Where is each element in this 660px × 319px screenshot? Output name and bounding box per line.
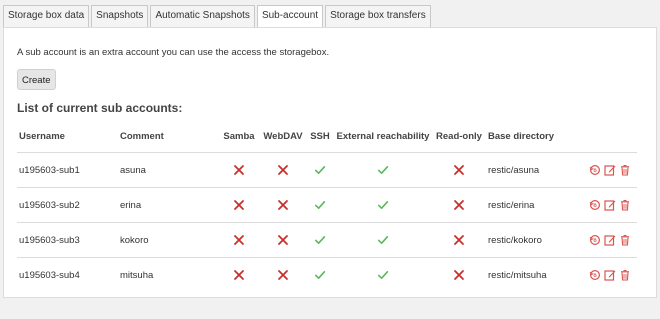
webdav-cell	[261, 223, 305, 257]
intro-text: A sub account is an extra account you ca…	[17, 47, 330, 58]
check-icon	[377, 234, 389, 246]
cross-icon	[277, 234, 289, 246]
external-reachability-cell	[335, 153, 431, 187]
external-reachability-cell	[335, 188, 431, 222]
username-cell: u195603-sub4	[19, 269, 80, 281]
cross-icon	[233, 199, 245, 211]
svg-text:ō: ō	[593, 238, 597, 244]
edit-icon[interactable]	[604, 234, 616, 246]
reset-password-icon[interactable]: ō	[589, 269, 601, 281]
col-ssh: SSH	[310, 131, 330, 142]
row-actions: ō	[589, 153, 633, 187]
username-cell: u195603-sub1	[19, 164, 80, 176]
check-icon	[314, 164, 326, 176]
col-read-only: Read-only	[436, 131, 482, 142]
tab-storage-box-data[interactable]: Storage box data	[3, 5, 90, 27]
cross-icon	[453, 269, 465, 281]
check-icon	[314, 269, 326, 281]
base-directory-cell: restic/asuna	[488, 164, 540, 176]
comment-cell: mitsuha	[120, 269, 154, 281]
read-only-cell	[434, 153, 484, 187]
base-directory-cell: restic/erina	[488, 199, 535, 211]
table-row: u195603-sub4 mitsuha restic/mitsuha ō	[17, 257, 637, 292]
samba-cell	[220, 258, 258, 292]
row-actions: ō	[589, 258, 633, 292]
edit-icon[interactable]	[604, 269, 616, 281]
tab-bar: Storage box data Snapshots Automatic Sna…	[3, 5, 433, 28]
create-button[interactable]: Create	[17, 69, 56, 90]
tab-snapshots[interactable]: Snapshots	[91, 5, 149, 27]
col-comment: Comment	[120, 131, 164, 142]
base-directory-cell: restic/kokoro	[488, 234, 542, 246]
sub-account-panel: A sub account is an extra account you ca…	[3, 27, 657, 298]
read-only-cell	[434, 223, 484, 257]
cross-icon	[277, 199, 289, 211]
cross-icon	[453, 234, 465, 246]
row-actions: ō	[589, 223, 633, 257]
cross-icon	[277, 269, 289, 281]
cross-icon	[453, 164, 465, 176]
ssh-cell	[307, 223, 333, 257]
svg-text:ō: ō	[593, 168, 597, 174]
col-username: Username	[19, 131, 65, 142]
table-header: Username Comment Samba WebDAV SSH Extern…	[17, 124, 637, 152]
samba-cell	[220, 188, 258, 222]
base-directory-cell: restic/mitsuha	[488, 269, 547, 281]
comment-cell: erina	[120, 199, 142, 211]
ssh-cell	[307, 153, 333, 187]
delete-icon[interactable]	[619, 164, 631, 176]
ssh-cell	[307, 188, 333, 222]
table-row: u195603-sub2 erina restic/erina ō	[17, 187, 637, 222]
tab-storage-box-transfers[interactable]: Storage box transfers	[325, 5, 431, 27]
reset-password-icon[interactable]: ō	[589, 199, 601, 211]
comment-cell: kokoro	[120, 234, 149, 246]
samba-cell	[220, 223, 258, 257]
col-base-directory: Base directory	[488, 131, 555, 142]
list-title: List of current sub accounts:	[17, 101, 183, 115]
check-icon	[377, 164, 389, 176]
external-reachability-cell	[335, 258, 431, 292]
cross-icon	[233, 234, 245, 246]
cross-icon	[233, 269, 245, 281]
check-icon	[314, 234, 326, 246]
row-actions: ō	[589, 188, 633, 222]
reset-password-icon[interactable]: ō	[589, 164, 601, 176]
sub-accounts-table: Username Comment Samba WebDAV SSH Extern…	[17, 124, 637, 292]
reset-password-icon[interactable]: ō	[589, 234, 601, 246]
table-row: u195603-sub3 kokoro restic/kokoro ō	[17, 222, 637, 257]
comment-cell: asuna	[120, 164, 146, 176]
table-row: u195603-sub1 asuna restic/asuna ō	[17, 152, 637, 187]
check-icon	[314, 199, 326, 211]
samba-cell	[220, 153, 258, 187]
tab-automatic-snapshots[interactable]: Automatic Snapshots	[150, 5, 255, 27]
cross-icon	[277, 164, 289, 176]
col-external-reachability: External reachability	[336, 131, 430, 142]
username-cell: u195603-sub2	[19, 199, 80, 211]
check-icon	[377, 269, 389, 281]
webdav-cell	[261, 258, 305, 292]
check-icon	[377, 199, 389, 211]
external-reachability-cell	[335, 223, 431, 257]
tab-sub-account[interactable]: Sub-account	[256, 5, 324, 28]
svg-text:ō: ō	[593, 203, 597, 209]
svg-text:ō: ō	[593, 273, 597, 279]
delete-icon[interactable]	[619, 234, 631, 246]
read-only-cell	[434, 258, 484, 292]
delete-icon[interactable]	[619, 269, 631, 281]
col-samba: Samba	[223, 131, 255, 142]
webdav-cell	[261, 153, 305, 187]
col-webdav: WebDAV	[263, 131, 303, 142]
ssh-cell	[307, 258, 333, 292]
edit-icon[interactable]	[604, 199, 616, 211]
username-cell: u195603-sub3	[19, 234, 80, 246]
cross-icon	[453, 199, 465, 211]
read-only-cell	[434, 188, 484, 222]
webdav-cell	[261, 188, 305, 222]
cross-icon	[233, 164, 245, 176]
delete-icon[interactable]	[619, 199, 631, 211]
edit-icon[interactable]	[604, 164, 616, 176]
